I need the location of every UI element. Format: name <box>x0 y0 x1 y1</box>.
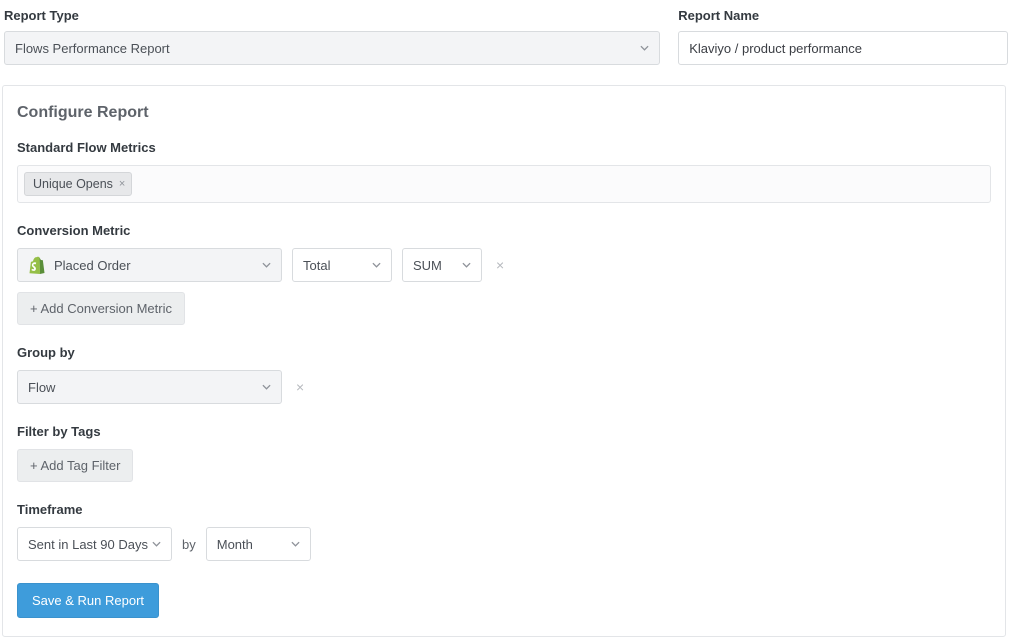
conversion-metric-label: Conversion Metric <box>17 223 991 238</box>
remove-conversion-icon[interactable]: × <box>492 258 508 272</box>
standard-metrics-label: Standard Flow Metrics <box>17 140 991 155</box>
conversion-sum-value: SUM <box>413 258 442 273</box>
remove-chip-icon[interactable]: × <box>119 179 125 190</box>
conversion-sum-select[interactable]: SUM <box>402 248 482 282</box>
report-name-label: Report Name <box>678 8 1008 23</box>
timeframe-range-select[interactable]: Sent in Last 90 Days <box>17 527 172 561</box>
chevron-down-icon <box>262 383 271 392</box>
chevron-down-icon <box>262 261 271 270</box>
group-by-label: Group by <box>17 345 991 360</box>
configure-report-panel: Configure Report Standard Flow Metrics U… <box>2 85 1006 637</box>
shopify-icon <box>28 256 46 274</box>
report-name-input[interactable] <box>678 31 1008 65</box>
chevron-down-icon <box>291 540 300 549</box>
report-type-select[interactable]: Flows Performance Report <box>4 31 660 65</box>
add-tag-filter-button[interactable]: + Add Tag Filter <box>17 449 133 482</box>
timeframe-by-label: by <box>182 537 196 552</box>
report-type-value: Flows Performance Report <box>15 41 170 56</box>
timeframe-unit-select[interactable]: Month <box>206 527 311 561</box>
timeframe-unit-value: Month <box>217 537 253 552</box>
chevron-down-icon <box>462 261 471 270</box>
group-by-select[interactable]: Flow <box>17 370 282 404</box>
metric-chip[interactable]: Unique Opens × <box>24 172 132 196</box>
chevron-down-icon <box>372 261 381 270</box>
timeframe-range-value: Sent in Last 90 Days <box>28 537 148 552</box>
filter-tags-label: Filter by Tags <box>17 424 991 439</box>
chevron-down-icon <box>640 44 649 53</box>
conversion-metric-value: Placed Order <box>54 258 131 273</box>
add-conversion-metric-button[interactable]: + Add Conversion Metric <box>17 292 185 325</box>
timeframe-label: Timeframe <box>17 502 991 517</box>
conversion-metric-select[interactable]: Placed Order <box>17 248 282 282</box>
report-type-label: Report Type <box>4 8 660 23</box>
group-by-value: Flow <box>28 380 55 395</box>
chevron-down-icon <box>152 540 161 549</box>
save-run-report-button[interactable]: Save & Run Report <box>17 583 159 618</box>
conversion-total-value: Total <box>303 258 330 273</box>
standard-metrics-field[interactable]: Unique Opens × <box>17 165 991 203</box>
metric-chip-label: Unique Opens <box>33 177 113 191</box>
remove-groupby-icon[interactable]: × <box>292 380 308 394</box>
conversion-total-select[interactable]: Total <box>292 248 392 282</box>
configure-title: Configure Report <box>17 104 991 122</box>
